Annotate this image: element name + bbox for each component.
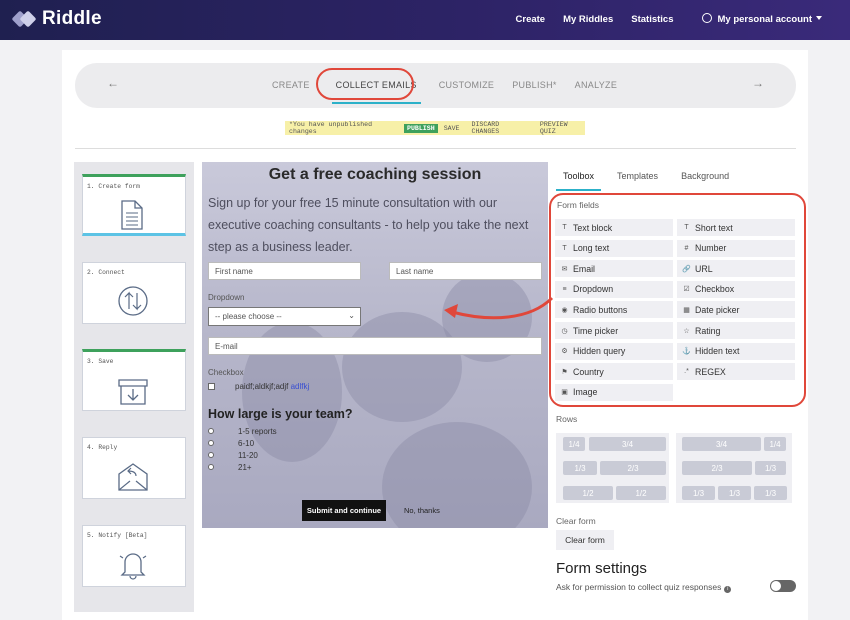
preview-quiz-button[interactable]: PREVIEW QUIZ	[540, 121, 585, 135]
flow-step-connect[interactable]: 2. Connect	[82, 262, 186, 324]
row-layout-1-4[interactable]: 1/4	[563, 437, 585, 451]
flow-step-label: 3. Save	[87, 358, 114, 365]
chevron-down-icon	[816, 16, 822, 20]
toolbox-tabs: Toolbox Templates Background	[556, 171, 752, 191]
tab-background[interactable]: Background	[681, 171, 736, 191]
radio-option[interactable]: 21+	[208, 463, 252, 472]
form-title: Get a free coaching session	[268, 166, 482, 183]
flow-step-label: 5. Notify [Beta]	[87, 532, 148, 539]
annotation-arrow-icon	[444, 296, 554, 320]
nav-my-riddles[interactable]: My Riddles	[563, 14, 613, 25]
permission-setting-text: Ask for permission to collect quiz respo…	[556, 581, 756, 593]
save-button[interactable]: SAVE	[444, 125, 460, 132]
radio-option[interactable]: 1-5 reports	[208, 427, 277, 436]
sync-arrows-icon	[118, 286, 148, 316]
row-layout-2-3[interactable]: 2/3	[682, 461, 752, 475]
flow-step-reply[interactable]: 4. Reply	[82, 437, 186, 499]
account-label: My personal account	[717, 14, 813, 25]
submit-button[interactable]: Submit and continue	[302, 500, 386, 521]
rows-heading: Rows	[556, 414, 578, 424]
top-navbar: Riddle Create My Riddles Statistics My p…	[0, 0, 850, 40]
reply-envelope-icon	[118, 463, 148, 491]
flow-step-label: 1. Create form	[87, 183, 140, 190]
rows-layouts-left: 1/4 3/4 1/3 2/3 1/2 1/2	[556, 433, 669, 503]
tab-toolbox[interactable]: Toolbox	[556, 171, 602, 191]
flow-step-create-form[interactable]: 1. Create form	[82, 174, 186, 236]
form-subtitle: Sign up for your free 15 minute consulta…	[208, 196, 529, 254]
flow-step-label: 4. Reply	[87, 444, 118, 451]
flow-step-notify[interactable]: 5. Notify [Beta]	[82, 525, 186, 587]
rows-layouts-right: 3/4 1/4 2/3 1/3 1/3 1/3 1/3	[676, 433, 792, 503]
prev-arrow-icon[interactable]: ←	[107, 76, 119, 90]
row-layout-1-3[interactable]: 1/3	[718, 486, 751, 500]
discard-button[interactable]: DISCARD CHANGES	[472, 121, 528, 135]
account-menu[interactable]: My personal account	[701, 13, 822, 25]
form-settings-title: Form settings	[556, 560, 647, 577]
publish-button[interactable]: PUBLISH	[403, 123, 438, 133]
flow-steps-panel: 1. Create form 2. Connect 3. Save 4. Rep…	[74, 162, 194, 612]
chevron-down-icon: ⌄	[348, 311, 355, 320]
highlight-circle	[316, 68, 414, 100]
clear-form-button[interactable]: Clear form	[556, 530, 614, 550]
riddle-logo-icon	[11, 10, 37, 28]
row-layout-1-2[interactable]: 1/2	[563, 486, 613, 500]
divider	[75, 148, 796, 149]
tab-templates[interactable]: Templates	[617, 171, 665, 191]
row-layout-1-3[interactable]: 1/3	[754, 486, 787, 500]
checkbox-text: paidf;aldkjf;adjf	[235, 382, 289, 391]
nav-statistics[interactable]: Statistics	[631, 14, 673, 25]
form-preview: Get a free coaching session Sign up for …	[202, 162, 548, 528]
riddle-logo[interactable]: Riddle	[11, 8, 102, 30]
last-name-field[interactable]: Last name	[389, 262, 542, 280]
highlight-circle	[549, 193, 806, 407]
row-layout-1-2[interactable]: 1/2	[616, 486, 666, 500]
flow-step-save[interactable]: 3. Save	[82, 349, 186, 411]
dropdown-value: -- please choose --	[215, 312, 282, 321]
email-field[interactable]: E-mail	[208, 337, 542, 355]
checkbox-link[interactable]: adlfkj	[291, 382, 310, 391]
dropdown-label: Dropdown	[208, 293, 245, 302]
radio-option[interactable]: 11-20	[208, 451, 258, 460]
checkbox-input[interactable]	[208, 383, 215, 390]
row-layout-1-4[interactable]: 1/4	[764, 437, 786, 451]
checkbox-label: Checkbox	[208, 368, 244, 377]
notice-text: *You have unpublished changes	[289, 121, 373, 135]
flow-step-label: 2. Connect	[87, 269, 125, 276]
question-heading: How large is your team?	[208, 407, 353, 421]
document-icon	[121, 200, 143, 230]
row-layout-3-4[interactable]: 3/4	[589, 437, 666, 451]
clear-form-heading: Clear form	[556, 516, 596, 526]
row-layout-1-3[interactable]: 1/3	[563, 461, 597, 475]
download-box-icon	[118, 379, 148, 405]
nav-create[interactable]: Create	[516, 14, 546, 25]
unpublished-notice: *You have unpublished changes PUBLISH SA…	[285, 121, 585, 135]
row-layout-1-3[interactable]: 1/3	[755, 461, 786, 475]
step-analyze[interactable]: ANALYZE	[575, 80, 617, 90]
step-create[interactable]: CREATE	[272, 80, 310, 90]
radio-option[interactable]: 6-10	[208, 439, 254, 448]
next-arrow-icon[interactable]: →	[752, 76, 764, 90]
step-customize[interactable]: CUSTOMIZE	[439, 80, 495, 90]
checkbox-row[interactable]: paidf;aldkjf;adjf adlfkj	[208, 382, 309, 391]
bell-icon	[119, 553, 147, 580]
info-icon[interactable]: i	[724, 586, 732, 593]
user-icon	[701, 13, 712, 23]
row-layout-1-3[interactable]: 1/3	[682, 486, 715, 500]
first-name-field[interactable]: First name	[208, 262, 361, 280]
dropdown-select[interactable]: -- please choose -- ⌄	[208, 307, 361, 326]
step-publish[interactable]: PUBLISH*	[512, 80, 556, 90]
brand-name: Riddle	[42, 8, 102, 29]
row-layout-3-4[interactable]: 3/4	[682, 437, 761, 451]
permission-toggle[interactable]	[770, 580, 796, 592]
no-thanks-link[interactable]: No, thanks	[404, 506, 440, 515]
row-layout-2-3[interactable]: 2/3	[600, 461, 666, 475]
